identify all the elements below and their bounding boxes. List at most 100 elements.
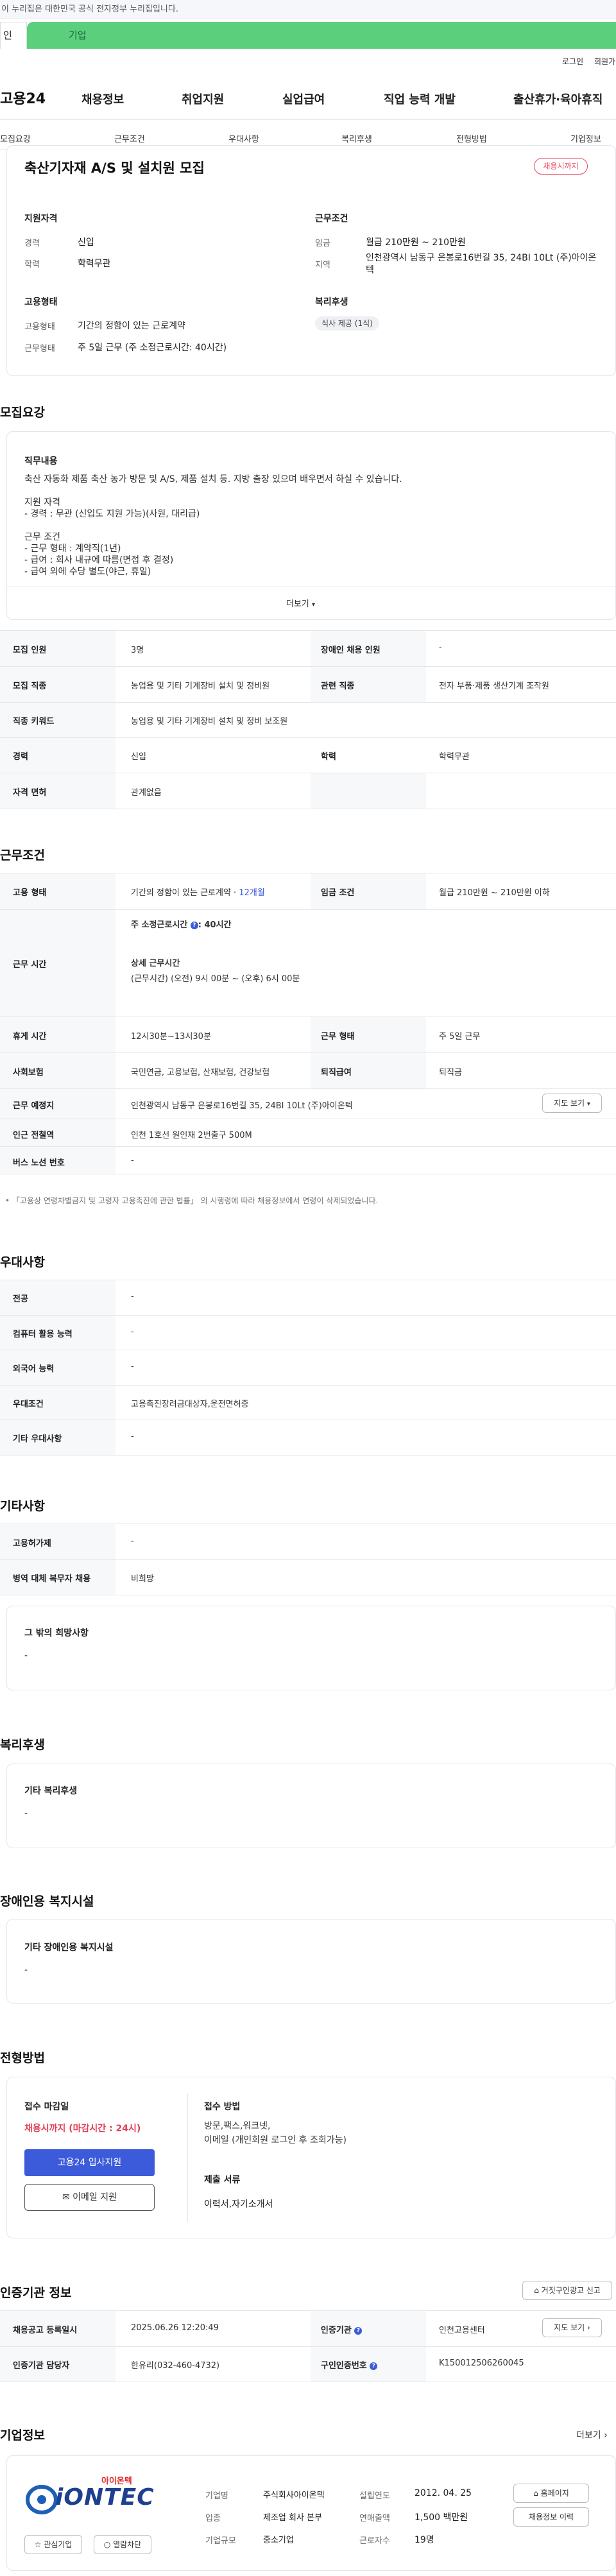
row-divider bbox=[0, 909, 616, 910]
method-label: 접수 방법 bbox=[204, 2102, 241, 2112]
table-header: 인증기관 ? bbox=[321, 2323, 363, 2335]
cert-map-button[interactable]: 지도 보기 › bbox=[542, 2318, 602, 2337]
table-cell: 비희망 bbox=[131, 1574, 154, 1584]
chevron-down-icon: ▾ bbox=[312, 601, 316, 608]
company-more-link[interactable]: 더보기 › bbox=[576, 2428, 608, 2441]
table-cell: - bbox=[131, 1536, 134, 1546]
subnav-recruit[interactable]: 모집요강 bbox=[0, 132, 31, 144]
subnav-company[interactable]: 기업정보 bbox=[570, 132, 601, 144]
subnav-welfare[interactable]: 복리후생 bbox=[341, 132, 372, 144]
job-history-button[interactable]: 채용정보 이력 bbox=[513, 2507, 589, 2527]
table-header: 버스 노선 번호 bbox=[13, 1158, 65, 1168]
company-field-label: 연매출액 bbox=[359, 2514, 390, 2523]
welfare-section-title: 복리후생 bbox=[0, 1738, 45, 1752]
gnb-jobs[interactable]: 채용정보 bbox=[81, 90, 124, 107]
cert-map-label: 지도 보기 bbox=[554, 2323, 585, 2332]
disabled-section-title: 장애인용 복지시설 bbox=[0, 1894, 94, 1909]
table-cell: K150012506260045 bbox=[439, 2358, 524, 2368]
tab-company[interactable]: 기업 bbox=[27, 22, 616, 49]
disabled-box-title: 기타 장애인용 복지시설 bbox=[24, 1943, 114, 1953]
screening-section-title: 전형방법 bbox=[0, 2051, 45, 2065]
weekly-hours-label: 주 소정근로시간 bbox=[131, 920, 188, 930]
report-false-ad-button[interactable]: ⌂ 거짓구인광고 신고 bbox=[522, 2281, 612, 2300]
apply-button[interactable]: 고용24 입사지원 bbox=[24, 2149, 155, 2176]
table-header: 직종 키워드 bbox=[13, 717, 55, 726]
region-label: 지역 bbox=[315, 261, 330, 270]
email-apply-button[interactable]: ✉ 이메일 지원 bbox=[24, 2184, 155, 2211]
company-field-label: 근로자수 bbox=[359, 2536, 390, 2546]
company-logo-mark bbox=[26, 2485, 58, 2514]
row-divider bbox=[0, 2346, 616, 2347]
email-apply-label: 이메일 지원 bbox=[73, 2192, 117, 2202]
preference-section-title: 우대사항 bbox=[0, 1255, 45, 1269]
favorite-company-button[interactable]: ☆ 관심기업 bbox=[24, 2535, 82, 2554]
table-header: 경력 bbox=[13, 752, 28, 762]
tab-individual[interactable]: 인 bbox=[0, 22, 27, 49]
help-icon[interactable]: ? bbox=[190, 921, 198, 929]
company-field-label: 설립연도 bbox=[359, 2491, 390, 2501]
cert-section-title: 인증기관 정보 bbox=[0, 2286, 72, 2300]
company-field-label: 기업명 bbox=[205, 2491, 228, 2501]
weekly-hours: 주 소정근로시간 ?: 40시간 bbox=[131, 918, 232, 930]
education-value: 학력무관 bbox=[78, 259, 111, 269]
table-header: 근무 시간 bbox=[13, 960, 47, 970]
etc-hope-card bbox=[6, 1606, 616, 1690]
table-cell: 한유리(032-460-4732) bbox=[131, 2361, 220, 2371]
welfare-box-value: - bbox=[24, 1808, 28, 1819]
map-view-button[interactable]: 지도 보기 ▾ bbox=[542, 1094, 602, 1113]
homepage-button[interactable]: ⌂ 홈페이지 bbox=[513, 2484, 589, 2503]
block-label: 열람차단 bbox=[113, 2540, 142, 2549]
login-link[interactable]: 로그인 bbox=[562, 56, 583, 67]
gov-banner: 이 누리집은 대한민국 공식 전자정부 누리집입니다. bbox=[0, 0, 616, 19]
gnb-training[interactable]: 직업 능력 개발 bbox=[384, 90, 456, 107]
block-company-button[interactable]: ○ 열람차단 bbox=[94, 2535, 151, 2554]
weekly-hours-value: : 40시간 bbox=[198, 920, 232, 930]
deadline-value: 채용시까지 (마감시간 : 24시) bbox=[24, 2124, 141, 2134]
table-cell: 인천 1호선 원인재 2번출구 500M bbox=[131, 1131, 252, 1140]
company-field-label: 기업규모 bbox=[205, 2536, 236, 2546]
site-logo[interactable]: 고용24 bbox=[0, 87, 46, 108]
chevron-right-icon: › bbox=[587, 2323, 590, 2332]
table-header: 장애인 채용 인원 bbox=[321, 646, 381, 655]
help-icon[interactable]: ? bbox=[370, 2362, 378, 2370]
recruit-th-col2b bbox=[311, 773, 426, 809]
table-header: 고용 형태 bbox=[13, 888, 47, 898]
table-cell: - bbox=[131, 1292, 134, 1301]
age-notice: • 「고용상 연령차별금지 및 고령자 고용촉진에 관한 법률」 의 시행령에 … bbox=[5, 1196, 379, 1205]
help-icon[interactable]: ? bbox=[354, 2326, 363, 2335]
recruit-section-title: 모집요강 bbox=[0, 406, 45, 420]
join-link[interactable]: 회원가 bbox=[594, 56, 615, 67]
gnb-leave[interactable]: 출산휴가·육아휴직 bbox=[513, 90, 603, 107]
subnav-preference[interactable]: 우대사항 bbox=[228, 132, 259, 144]
gnb-employment-support[interactable]: 취업지원 bbox=[182, 90, 224, 107]
table-header: 채용공고 등록일시 bbox=[13, 2326, 78, 2335]
gnb-unemployment-benefit[interactable]: 실업급여 bbox=[282, 90, 325, 107]
subnav-work[interactable]: 근무조건 bbox=[114, 132, 145, 144]
subnav-screening[interactable]: 전형방법 bbox=[456, 132, 487, 144]
row-divider bbox=[0, 1052, 616, 1053]
duty-more-button[interactable]: 더보기 ▾ bbox=[286, 597, 315, 609]
favorite-label: 관심기업 bbox=[44, 2540, 73, 2549]
cert-number-label: 구인인증번호 bbox=[321, 2361, 367, 2371]
chevron-down-icon: ▾ bbox=[586, 1101, 590, 1108]
deadline-label: 접수 마감일 bbox=[24, 2102, 69, 2112]
circle-icon: ○ bbox=[103, 2540, 111, 2549]
mail-icon: ✉ bbox=[62, 2192, 70, 2202]
condition-title: 근무조건 bbox=[315, 214, 348, 224]
welfare-box-title: 기타 복리후생 bbox=[24, 1786, 78, 1796]
table-header: 컴퓨터 활용 능력 bbox=[13, 1330, 73, 1339]
company-logo: 아이온텍 iONTEC bbox=[26, 2474, 160, 2525]
employment-type-label: 고용형태 bbox=[24, 322, 55, 332]
company-field-value: 1,500 백만원 bbox=[415, 2512, 468, 2523]
company-field-value: 중소기업 bbox=[263, 2536, 294, 2545]
welfare-card bbox=[6, 1764, 616, 1848]
work-type-label: 근무형태 bbox=[24, 344, 55, 354]
education-label: 학력 bbox=[24, 260, 40, 270]
chevron-right-icon: › bbox=[604, 2430, 608, 2441]
row-divider bbox=[0, 702, 616, 703]
work-section-title: 근무조건 bbox=[0, 848, 45, 863]
career-label: 경력 bbox=[24, 239, 40, 248]
table-header: 퇴직급여 bbox=[321, 1068, 352, 1078]
table-header: 모집 인원 bbox=[13, 646, 47, 655]
table-cell: 월급 210만원 ~ 210만원 이하 bbox=[439, 888, 550, 898]
